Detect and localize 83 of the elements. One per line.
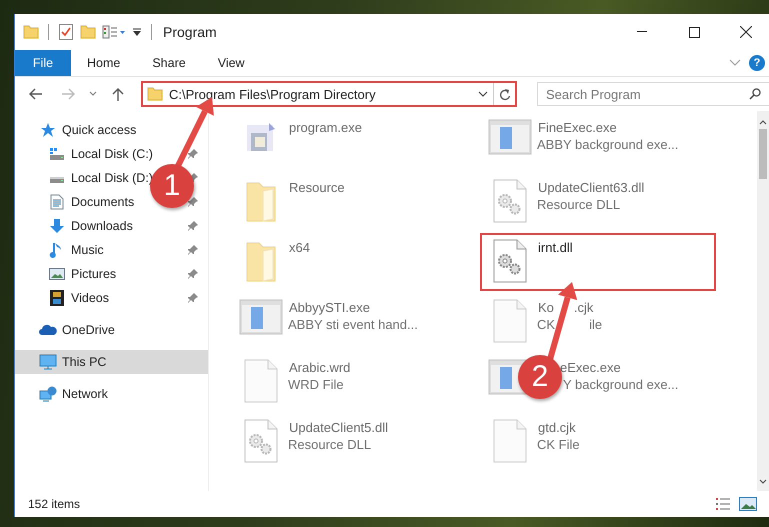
network-icon	[39, 386, 57, 402]
film-icon	[48, 290, 66, 306]
nav-item[interactable]: Documents	[71, 195, 134, 209]
pin-icon[interactable]	[188, 149, 198, 159]
pin-icon[interactable]	[188, 269, 198, 279]
ribbon-tab[interactable]: Home	[71, 50, 136, 76]
nav-item[interactable]: Videos	[71, 291, 109, 305]
chevron-down-icon[interactable]	[478, 91, 488, 97]
properties-icon[interactable]	[102, 25, 126, 39]
file-name[interactable]: program.exe	[289, 120, 362, 135]
file-type: ABBY sti event hand...	[288, 317, 418, 332]
window-title: Program	[163, 24, 218, 40]
up-arrow-icon	[112, 87, 124, 101]
file-type: CK	[537, 317, 556, 332]
refresh-icon	[498, 88, 510, 100]
ribbon-tab[interactable]: View	[202, 50, 261, 76]
down-arrow-icon	[48, 218, 66, 234]
gear-file-icon	[493, 239, 527, 283]
scrollbar-thumb[interactable]	[759, 129, 767, 179]
gear-file-icon	[493, 179, 527, 223]
nav-item[interactable]: Quick access	[62, 123, 136, 137]
monitor-icon	[39, 354, 57, 370]
pin-icon[interactable]	[188, 245, 198, 255]
folder-icon	[80, 23, 96, 41]
file-name[interactable]: irnt.dll	[538, 240, 573, 255]
details-view-icon[interactable]	[715, 497, 731, 511]
file-type: Resource DLL	[537, 197, 620, 212]
checklist-icon[interactable]	[58, 23, 74, 41]
nav-item[interactable]: Music	[71, 243, 104, 257]
selected-row-background[interactable]: This PC	[15, 350, 208, 374]
picture-icon	[48, 267, 66, 281]
file-name[interactable]: Ko	[538, 300, 554, 315]
app-window-icon	[488, 119, 532, 155]
cloud-icon	[39, 324, 57, 336]
file-type: Resource DLL	[288, 437, 372, 452]
close-icon	[740, 26, 752, 38]
item-count: 152 items	[28, 497, 80, 511]
folder-icon	[23, 23, 39, 41]
pin-icon[interactable]	[188, 221, 198, 231]
file-name[interactable]: Resource	[289, 180, 345, 195]
hard-drive-icon	[48, 147, 66, 161]
file-name[interactable]: eExec.exe	[560, 360, 621, 375]
gear-file-icon	[244, 419, 278, 463]
address-path: C:\Program Files\Program Directory	[169, 86, 377, 102]
help-button[interactable]: ?	[749, 55, 765, 71]
file-name[interactable]: UpdateClient5.dll	[289, 420, 388, 435]
address-bar[interactable]: C:\Program Files\Program Directory	[141, 81, 517, 107]
nav-item[interactable]: This PC	[62, 355, 106, 369]
file-name[interactable]: AbbyySTI.exe	[289, 300, 370, 315]
search-field[interactable]: Search Program	[537, 82, 769, 106]
file-type: Y background exe...	[563, 377, 678, 392]
large-icons-view-icon[interactable]	[739, 497, 757, 511]
file-icon	[493, 299, 527, 343]
pin-icon[interactable]	[188, 197, 198, 207]
file-type: WRD File	[288, 377, 344, 392]
minimize-icon	[637, 31, 647, 33]
nav-item[interactable]: Network	[62, 387, 108, 401]
file-name: .cjk	[574, 300, 594, 315]
file-name[interactable]: Arabic.wrd	[289, 360, 350, 375]
nav-item[interactable]: Downloads	[71, 219, 133, 233]
ribbon-tab[interactable]: Share	[136, 50, 202, 76]
file-type: CK File	[537, 437, 580, 452]
document-icon	[48, 194, 66, 210]
forward-arrow-icon	[61, 88, 75, 100]
nav-item[interactable]: OneDrive	[62, 323, 115, 337]
pin-icon[interactable]	[188, 293, 198, 303]
file-name[interactable]: FineExec.exe	[538, 120, 617, 135]
nav-item[interactable]: Pictures	[71, 267, 116, 281]
back-arrow-icon	[29, 88, 43, 100]
file-type: ABBY background exe...	[537, 137, 678, 152]
file-name[interactable]: UpdateClient63.dll	[538, 180, 644, 195]
dropdown-icon[interactable]	[132, 27, 142, 37]
file-icon	[493, 419, 527, 463]
file-icon	[244, 359, 278, 403]
nav-item[interactable]: Local Disk (C:)	[71, 147, 153, 161]
file-name[interactable]: gtd.cjk	[538, 420, 576, 435]
maximize-icon	[688, 26, 700, 38]
file-type: ile	[589, 317, 602, 332]
app-window-icon	[239, 299, 283, 335]
file-name[interactable]: x64	[289, 240, 310, 255]
star-icon	[39, 122, 57, 138]
file-tab[interactable]: File	[15, 50, 71, 76]
folder-icon	[147, 85, 163, 103]
